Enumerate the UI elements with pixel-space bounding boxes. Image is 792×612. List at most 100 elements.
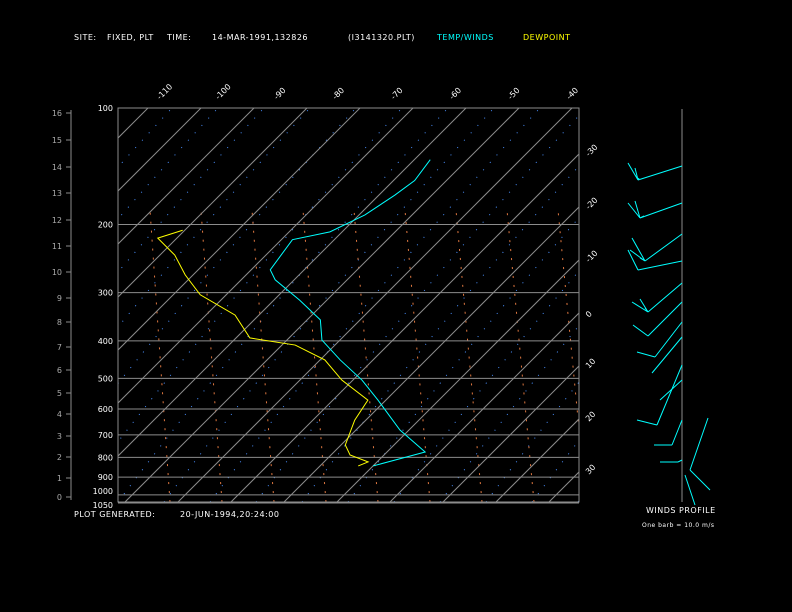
height-tick-label: 13 (52, 189, 62, 198)
dry-adiabat (439, 324, 579, 502)
height-tick-label: 12 (52, 216, 62, 225)
temp-tick-label-top: -100 (214, 82, 233, 101)
height-tick-label: 5 (57, 389, 62, 398)
isotherm (118, 108, 202, 192)
height-tick-label: 9 (57, 294, 62, 303)
height-tick-label: 16 (52, 109, 62, 118)
wind-barb (636, 364, 683, 426)
dry-adiabat (577, 499, 579, 502)
isotherm (118, 108, 414, 404)
dewpoint-line (156, 229, 370, 467)
temp-tick-label-right: -10 (584, 249, 600, 265)
mixing-ratio-line (302, 209, 327, 502)
dry-adiabat (670, 108, 792, 502)
skewt-chart: 1002003004005006007008009001000105001234… (0, 82, 792, 510)
pressure-tick-label: 500 (98, 374, 113, 383)
temp-tick-label-right: 20 (584, 410, 598, 424)
wind-barb (627, 200, 683, 219)
height-tick-label: 1 (57, 474, 62, 483)
dry-adiabat (393, 270, 579, 502)
isotherm (118, 108, 467, 457)
dry-adiabat (485, 381, 579, 502)
dry-adiabat (118, 108, 357, 385)
pressure-tick-label: 900 (98, 473, 113, 482)
mixing-ratio-line (506, 209, 535, 502)
mixing-ratio-line (557, 209, 579, 435)
wind-barb (627, 162, 683, 181)
height-tick-label: 15 (52, 136, 62, 145)
temp-tick-label-top: -40 (565, 86, 581, 102)
height-tick-label: 6 (57, 366, 62, 375)
temp-tick-label-right: 30 (584, 463, 598, 477)
height-tick-label: 8 (57, 318, 62, 327)
isotherm (230, 153, 579, 502)
dry-adiabat (118, 108, 173, 168)
temperature-line (269, 159, 431, 467)
temp-tick-label-right: -30 (584, 143, 600, 159)
isotherm (0, 108, 95, 502)
wind-barb (660, 459, 683, 463)
dry-adiabat (118, 108, 265, 273)
dry-adiabat (531, 439, 579, 502)
isotherm (124, 108, 520, 502)
grid (117, 107, 580, 504)
temp-tick-label-top: -50 (506, 86, 522, 102)
temp-tick-label-right: 0 (584, 309, 594, 319)
isotherm (177, 108, 573, 502)
wind-barb (631, 282, 683, 313)
temp-tick-label-top: -90 (272, 86, 288, 102)
height-tick-label: 14 (52, 163, 62, 172)
plot-frame (117, 107, 580, 503)
pressure-tick-label: 800 (98, 453, 113, 462)
isotherm (389, 312, 579, 502)
temp-tick-label-right: 10 (584, 357, 598, 371)
temp-tick-label-top: -110 (155, 82, 174, 101)
height-tick-label: 7 (57, 343, 62, 352)
pressure-tick-label: 1050 (93, 501, 113, 510)
isotherm (283, 206, 579, 502)
temp-tick-label-top: -80 (331, 86, 347, 102)
dry-adiabat (624, 108, 792, 502)
isotherm (442, 365, 579, 502)
wind-barb (654, 419, 683, 446)
isotherm (336, 259, 579, 502)
height-tick-label: 0 (57, 493, 62, 502)
dry-adiabat (255, 114, 579, 502)
pressure-tick-label: 400 (98, 337, 113, 346)
isotherm (548, 471, 579, 502)
height-tick-label: 3 (57, 432, 62, 441)
dry-adiabat (118, 108, 219, 220)
isotherm (118, 108, 149, 139)
wind-barb (636, 321, 683, 358)
wind-barb (689, 469, 711, 491)
height-tick-label: 10 (52, 268, 62, 277)
height-tick-label: 2 (57, 453, 62, 462)
mixing-ratio-line (200, 209, 223, 502)
wind-barb (659, 379, 683, 401)
temp-tick-label-right: -20 (584, 196, 600, 212)
series (156, 159, 431, 467)
dry-adiabat (163, 108, 495, 502)
dry-adiabat (118, 108, 311, 328)
temp-tick-label-top: -70 (389, 86, 405, 102)
dry-adiabat (301, 165, 579, 502)
wind-barb (689, 417, 709, 471)
ticks: 1002003004005006007008009001000105001234… (52, 82, 600, 510)
mixing-ratio-line (149, 209, 171, 502)
pressure-tick-label: 700 (98, 431, 113, 440)
wind-barb (627, 249, 683, 271)
pressure-tick-label: 300 (98, 289, 113, 298)
pressure-tick-label: 600 (98, 405, 113, 414)
pressure-tick-label: 200 (98, 220, 113, 229)
mixing-ratio-line (455, 209, 483, 502)
isotherm (118, 108, 308, 298)
wind-barb (629, 233, 683, 262)
dry-adiabat (118, 108, 449, 502)
pressure-tick-label: 100 (98, 104, 113, 113)
pressure-tick-label: 1000 (93, 487, 113, 496)
dry-adiabat (716, 108, 792, 502)
wind-barb (684, 474, 696, 506)
temp-tick-label-top: -60 (448, 86, 464, 102)
wind-barbs (627, 109, 711, 506)
height-tick-label: 4 (57, 410, 62, 419)
